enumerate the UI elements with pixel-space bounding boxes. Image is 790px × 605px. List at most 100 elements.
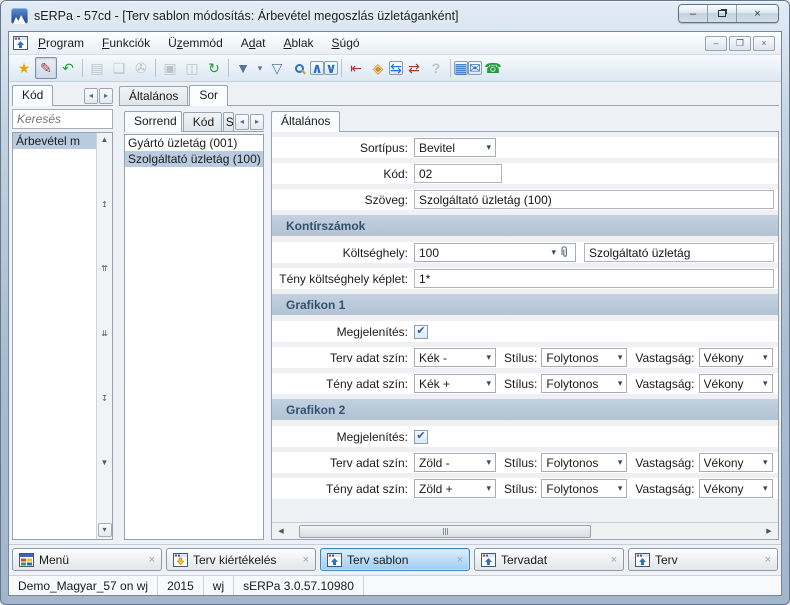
nav-down-icon[interactable]: ▼: [101, 458, 109, 468]
mdi-document-icon[interactable]: [13, 36, 28, 50]
teny-koltseghely-field[interactable]: [414, 269, 774, 288]
mail-icon[interactable]: ✉: [468, 61, 482, 75]
new-icon[interactable]: ★: [13, 57, 35, 79]
search-icon[interactable]: [288, 57, 310, 79]
list-item[interactable]: Szolgáltató üzletág (100): [125, 151, 263, 167]
scroll-left-icon[interactable]: ◀: [273, 525, 289, 538]
close-icon[interactable]: ×: [303, 554, 309, 566]
list-item[interactable]: Árbevétel m: [13, 133, 96, 149]
task-tab-tervadat[interactable]: Tervadat ×: [474, 548, 624, 571]
tab-scroll-right-icon[interactable]: ▸: [99, 88, 113, 104]
grafikon2-teny-vastagsag-select[interactable]: Vékony▾: [699, 479, 773, 498]
swap-right-icon[interactable]: ⇄: [403, 57, 425, 79]
menu-adat[interactable]: Adat: [233, 34, 274, 52]
mdi-minimize-button[interactable]: –: [705, 36, 727, 51]
nav-page-up-icon[interactable]: ⇈: [101, 264, 108, 274]
menu-funkciok[interactable]: Funkciók: [94, 34, 158, 52]
save-icon[interactable]: ▣: [159, 57, 181, 79]
data-box-icon[interactable]: ◈: [367, 57, 389, 79]
menu-ablak[interactable]: Ablak: [275, 34, 321, 52]
grafikon2-teny-stilus-select[interactable]: Folytonos▾: [541, 479, 627, 498]
save-close-icon[interactable]: ◫: [181, 57, 203, 79]
print-preview-icon[interactable]: ❏: [108, 57, 130, 79]
koltseghely-name-field[interactable]: [584, 243, 774, 262]
sortipus-row: Sortípus: Bevitel▾: [272, 137, 778, 158]
task-tab-menu[interactable]: Menü ×: [12, 548, 162, 571]
close-icon[interactable]: ×: [457, 554, 463, 566]
grafikon1-teny-stilus-select[interactable]: Folytonos▾: [541, 374, 627, 393]
tab-scroll-right-icon[interactable]: ▸: [250, 114, 264, 130]
tab-kod-rows[interactable]: Kód: [183, 112, 222, 132]
nav-first-icon[interactable]: ↥: [101, 200, 108, 210]
menu-program[interactable]: Program: [30, 34, 92, 52]
help-doc-icon[interactable]: ?: [425, 57, 447, 79]
list-item[interactable]: Gyártó üzletág (001): [125, 135, 263, 151]
import-icon[interactable]: ⇤: [345, 57, 367, 79]
grafikon2-megjelenites-checkbox[interactable]: ✔: [414, 430, 428, 444]
menu-sugo[interactable]: Súgó: [324, 34, 368, 52]
close-icon[interactable]: ×: [765, 554, 771, 566]
restore-button[interactable]: [708, 5, 737, 22]
grafikon1-terv-vastagsag-select[interactable]: Vékony▾: [699, 348, 773, 367]
grafikon1-terv-stilus-select[interactable]: Folytonos▾: [541, 348, 627, 367]
status-user: wj: [204, 576, 234, 595]
tab-sorrend[interactable]: Sorrend: [124, 111, 182, 132]
tab-scroll-left-icon[interactable]: ◂: [235, 114, 249, 130]
toolbar-separator: [155, 59, 156, 77]
grafikon2-terv-szin-select[interactable]: Zöld -▾: [414, 453, 496, 472]
koltseghely-select[interactable]: 100 ▾: [414, 243, 576, 262]
scroll-right-icon[interactable]: ▶: [761, 525, 777, 538]
sortipus-select[interactable]: Bevitel▾: [414, 138, 496, 157]
swap-left-icon[interactable]: ⇆: [389, 61, 403, 75]
print-icon[interactable]: ▤: [86, 57, 108, 79]
filter-icon[interactable]: ▼: [232, 57, 254, 79]
close-icon[interactable]: ×: [149, 554, 155, 566]
grafikon1-terv-szin-select[interactable]: Kék -▾: [414, 348, 496, 367]
nav-last-icon[interactable]: ↧: [101, 394, 108, 404]
nav-menu-icon[interactable]: ▾: [98, 523, 112, 537]
tab-scroll-left-icon[interactable]: ◂: [84, 88, 98, 104]
calculator-icon[interactable]: ▦: [454, 61, 468, 75]
title-bar[interactable]: sERPa - 57cd - [Terv sablon módosítás: Á…: [1, 1, 789, 31]
horizontal-scrollbar[interactable]: ◀ ▶: [272, 522, 778, 539]
grafikon1-teny-vastagsag-select[interactable]: Vékony▾: [699, 374, 773, 393]
mdi-close-button[interactable]: ×: [753, 36, 775, 51]
grafikon2-teny-szin-select[interactable]: Zöld +▾: [414, 479, 496, 498]
tab-sor[interactable]: Sor: [189, 85, 228, 106]
filter-clear-icon[interactable]: ▽: [266, 57, 288, 79]
nav-up-icon[interactable]: ▲: [101, 135, 109, 145]
task-tab-terv-kiertekeles[interactable]: Terv kiértékelés ×: [166, 548, 316, 571]
grafikon2-teny-row: Tény adat szín: Zöld +▾ Stílus: Folytono…: [272, 478, 778, 499]
grafikon1-terv-row: Terv adat szín: Kék -▾ Stílus: Folytonos…: [272, 347, 778, 368]
edit-icon[interactable]: ✎: [35, 57, 57, 79]
close-icon[interactable]: ×: [611, 554, 617, 566]
grafikon2-terv-vastagsag-select[interactable]: Vékony▾: [699, 453, 773, 472]
tab-kod-left[interactable]: Kód: [12, 85, 53, 106]
minimize-button[interactable]: –: [679, 5, 708, 22]
tab-altalanos-main[interactable]: Általános: [119, 86, 188, 106]
paperclip-icon[interactable]: [560, 246, 569, 259]
search-input[interactable]: [12, 109, 113, 129]
revert-icon[interactable]: ↶: [57, 57, 79, 79]
attachment-icon[interactable]: ✇: [130, 57, 152, 79]
grafikon1-megjelenites-checkbox[interactable]: ✔: [414, 325, 428, 339]
szoveg-field[interactable]: [414, 190, 774, 209]
nav-page-down-icon[interactable]: ⇊: [101, 329, 108, 339]
task-tab-terv[interactable]: Terv ×: [628, 548, 778, 571]
down-icon[interactable]: ∨: [324, 61, 338, 75]
scrollbar-thumb[interactable]: [299, 525, 590, 538]
grafikon2-terv-stilus-select[interactable]: Folytonos▾: [541, 453, 627, 472]
grafikon2-terv-row: Terv adat szín: Zöld -▾ Stílus: Folytono…: [272, 452, 778, 473]
save-refresh-icon[interactable]: ↻: [203, 57, 225, 79]
tab-altalanos-detail[interactable]: Általános: [271, 111, 340, 132]
filter-dropdown-icon[interactable]: ▾: [254, 57, 266, 79]
phone-icon[interactable]: ☎: [482, 57, 504, 79]
task-tab-terv-sablon[interactable]: Terv sablon ×: [320, 548, 470, 571]
kod-field[interactable]: [414, 164, 502, 183]
menu-uzemmod[interactable]: Üzemmód: [160, 34, 231, 52]
grafikon1-teny-szin-select[interactable]: Kék +▾: [414, 374, 496, 393]
close-button[interactable]: ×: [737, 5, 778, 22]
tab-partial[interactable]: S: [223, 112, 234, 132]
up-icon[interactable]: ∧: [310, 61, 324, 75]
mdi-restore-button[interactable]: ❐: [729, 36, 751, 51]
